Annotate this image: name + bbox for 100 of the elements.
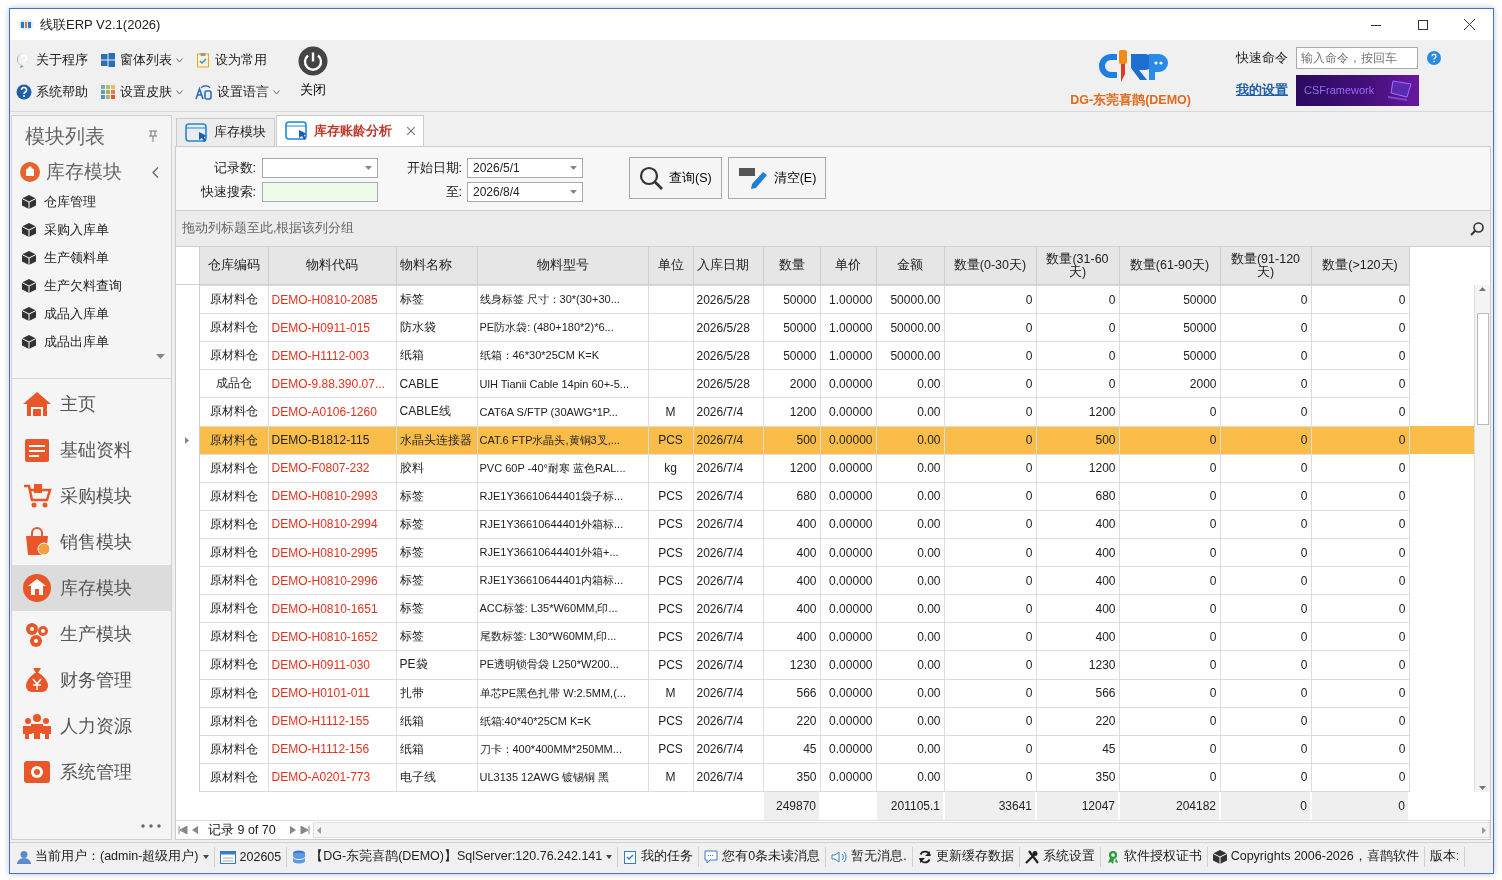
table-cell: 0.00 xyxy=(876,369,944,398)
sidebar-item[interactable]: 生产欠料查询 xyxy=(12,272,171,300)
table-cell: DEMO-H1112-155 xyxy=(268,707,396,736)
nav-item[interactable]: 销售模块 xyxy=(12,519,171,565)
column-header[interactable]: 数量(61-90天) xyxy=(1119,247,1220,285)
column-header[interactable]: 物料型号 xyxy=(477,247,648,285)
sidebar-item[interactable]: 成品入库单 xyxy=(12,300,171,328)
nav-item[interactable]: 生产模块 xyxy=(12,611,171,657)
date-field[interactable]: 2026/8/4 xyxy=(467,182,583,202)
column-header[interactable]: 单位 xyxy=(648,247,693,285)
nav-item[interactable]: 采购模块 xyxy=(12,473,171,519)
table-row[interactable]: 成品仓 DEMO-9.88.390.07... CABLE UlH Tianii Cable 14pin 60+-5... 2026/5/28 2000 0.00000 0.00 0 0 2000 0 0 xyxy=(176,369,1474,398)
nav-item[interactable]: 库存模块 xyxy=(12,565,171,611)
table-row[interactable]: 原材料仓 DEMO-H1112-155 纸箱 纸箱:40*40*25CM K=K PCS 2026/7/4 220 0.00000 0.00 0 220 0 0 0 xyxy=(176,707,1474,736)
table-cell: 0 xyxy=(1220,482,1311,511)
table-row[interactable]: 原材料仓 DEMO-H0810-2085 标签 线身标签 尺寸：30*(30+30... 2026/5/28 50000 1.00000 50000.00 0 0 50000 0 0 xyxy=(176,285,1474,314)
table-row[interactable]: 原材料仓 DEMO-A0106-1260 CABLE线 CAT6A S/FTP (30AWG*1P... M 2026/7/4 1200 0.00000 0.00 0 1200 0 0 0 xyxy=(176,397,1474,427)
close-tab-icon[interactable] xyxy=(407,127,415,135)
nav-item[interactable]: 系统管理 xyxy=(12,749,171,795)
horizontal-scrollbar[interactable] xyxy=(312,822,1490,838)
status-item[interactable]: 版本: xyxy=(1424,846,1466,867)
column-header[interactable]: 数量 xyxy=(763,247,820,285)
status-item[interactable]: 系统设置 xyxy=(1019,846,1101,867)
table-row[interactable]: 原材料仓 DEMO-H0810-2995 标签 RJE1Y36610644401外箱+... PCS 2026/7/4 400 0.00000 0.00 0 400 0 0 0 xyxy=(176,538,1474,567)
tab[interactable]: 库存模块 xyxy=(176,118,275,146)
nav-item[interactable]: 财务管理 xyxy=(12,657,171,703)
status-item[interactable]: 暂无消息. xyxy=(826,846,913,867)
sidebar-item[interactable]: 采购入库单 xyxy=(12,216,171,244)
sidebar-item[interactable]: 仓库管理 xyxy=(12,188,171,216)
total-cell: 201105.1 xyxy=(876,792,944,820)
toolbar-button[interactable]: 设置皮肤 xyxy=(98,78,185,106)
search-button[interactable]: 查询(S) xyxy=(629,157,722,199)
power-button[interactable]: 关闭 xyxy=(296,46,330,100)
table-cell: 1200 xyxy=(1036,397,1119,427)
table-cell: 0 xyxy=(944,735,1036,764)
module-header[interactable]: 库存模块 xyxy=(12,156,171,188)
quick-command-field[interactable]: 输入命令，按回车 xyxy=(1296,47,1418,69)
date-field[interactable]: 2026/5/1 xyxy=(467,158,583,178)
column-header[interactable]: 单价 xyxy=(820,247,876,285)
table-cell: PCS xyxy=(648,594,693,623)
toolbar-button[interactable]: 系统帮助 xyxy=(14,78,90,106)
eraser-pen-icon xyxy=(737,166,768,190)
scrollbar-thumb[interactable] xyxy=(1476,312,1489,425)
table-cell: 原材料仓 xyxy=(199,707,268,736)
pin-icon xyxy=(149,130,157,142)
toolbar-button[interactable]: 关于程序 xyxy=(14,46,90,74)
table-cell: 400 xyxy=(763,538,820,567)
table-row[interactable]: 原材料仓 DEMO-H1112-003 纸箱 纸箱：46*30*25CM K=K 2026/5/28 50000 1.00000 50000.00 0 0 50000 0 0 xyxy=(176,341,1474,370)
table-row[interactable]: 原材料仓 DEMO-F0807-232 胶料 PVC 60P -40°耐寒 蓝色RAL... kg 2026/7/4 1200 0.00000 0.00 0 1200 0 0 0 xyxy=(176,454,1474,483)
column-header[interactable]: 物料代码 xyxy=(268,247,396,285)
toolbar-button[interactable]: 设为常用 xyxy=(193,46,282,74)
table-row[interactable]: 原材料仓 DEMO-H0911-015 防水袋 PE防水袋: (480+180*2)*6... 2026/5/28 50000 1.00000 50000.00 0 0 50000 0 0 xyxy=(176,313,1474,342)
record-count-dropdown[interactable] xyxy=(262,158,378,178)
table-row[interactable]: 原材料仓 DEMO-H1112-156 纸箱 刀卡：400*400MM*250MM... PCS 2026/7/4 45 0.00000 0.00 0 45 0 0 0 xyxy=(176,735,1474,764)
status-item[interactable]: 当前用户：(admin-超级用户) xyxy=(12,846,215,867)
nav-item[interactable]: 人力资源 xyxy=(12,703,171,749)
nav-item[interactable]: 基础资料 xyxy=(12,427,171,473)
status-item[interactable]: 我的任务 xyxy=(618,846,700,867)
status-item[interactable]: 更新缓存数据 xyxy=(912,846,1020,867)
table-row[interactable]: 原材料仓 DEMO-H0911-030 PE袋 PE透明锁骨袋 L250*W200... PCS 2026/7/4 1230 0.00000 0.00 0 1230 0 0 0 xyxy=(176,650,1474,680)
table-cell: RJE1Y36610644401内箱标... xyxy=(477,566,648,595)
column-header[interactable]: 物料名称 xyxy=(396,247,477,285)
tab[interactable]: 库存账龄分析 xyxy=(276,115,424,146)
table-cell: 标签 xyxy=(396,594,477,623)
table-cell: 0.00 xyxy=(876,679,944,708)
status-item[interactable]: 202605 xyxy=(214,846,288,867)
column-header[interactable]: 入库日期 xyxy=(693,247,763,285)
column-header[interactable]: 金额 xyxy=(876,247,944,285)
table-cell: 0 xyxy=(1119,397,1220,427)
quick-search-field[interactable] xyxy=(262,182,378,202)
nav-icon xyxy=(22,711,52,741)
column-header[interactable]: 仓库编码 xyxy=(199,247,268,285)
sidebar-item[interactable]: 生产领料单 xyxy=(12,244,171,272)
toolbar-button[interactable]: 窗体列表 xyxy=(98,46,185,74)
table-row[interactable]: 原材料仓 DEMO-H0810-1652 标签 尾数标签: L30*W60MM,印... PCS 2026/7/4 400 0.00000 0.00 0 400 0 0 0 xyxy=(176,622,1474,651)
column-header[interactable]: 数量(>120天) xyxy=(1311,247,1409,285)
table-row[interactable]: 原材料仓 DEMO-A0201-773 电子线 UL3135 12AWG 镀锡铜 黑 M 2026/7/4 350 0.00000 0.00 0 350 0 0 0 xyxy=(176,763,1474,792)
column-header[interactable]: 数量(31-60天) xyxy=(1036,247,1119,285)
status-item[interactable]: 【DG-东莞喜鹊(DEMO)】SqlServer:120.76.242.141 xyxy=(287,846,619,867)
field-label: 记录数: xyxy=(212,159,256,177)
sidebar-item[interactable]: 成品出库单 xyxy=(12,328,171,356)
status-item[interactable]: 软件授权证书 xyxy=(1100,846,1208,867)
banner[interactable]: CSFramework xyxy=(1296,74,1419,106)
status-item[interactable]: Copyrights 2006-2026，喜鹊软件 xyxy=(1207,846,1425,867)
table-row[interactable]: 原材料仓 DEMO-H0101-011 扎带 单芯PE黑色扎带 W:2.5MM,(... M 2026/7/4 566 0.00000 0.00 0 566 0 0 0 xyxy=(176,679,1474,708)
toolbar-button[interactable]: 设置语言 xyxy=(193,78,282,106)
table-row[interactable]: 原材料仓 DEMO-H0810-2994 标签 RJE1Y36610644401外箱标... PCS 2026/7/4 400 0.00000 0.00 0 400 0 0 0 xyxy=(176,510,1474,539)
column-header[interactable]: 数量(91-120天) xyxy=(1220,247,1311,285)
table-row[interactable]: 原材料仓 DEMO-H0810-2996 标签 RJE1Y36610644401内箱标... PCS 2026/7/4 400 0.00000 0.00 0 400 0 0 0 xyxy=(176,566,1474,595)
clear-button[interactable]: 清空(E) xyxy=(727,157,827,199)
status-item[interactable]: 您有0条未读消息 xyxy=(699,846,827,867)
table-cell: DEMO-H0101-011 xyxy=(268,679,396,708)
column-header[interactable]: 数量(0-30天) xyxy=(944,247,1036,285)
table-row[interactable]: 原材料仓 DEMO-H0810-1651 标签 ACC标签: L35*W60MM,印... PCS 2026/7/4 400 0.00000 0.00 0 400 0 0 0 xyxy=(176,594,1474,623)
table-cell: 0 xyxy=(1220,285,1311,314)
table-cell: DEMO-H0911-030 xyxy=(268,650,396,680)
table-row[interactable]: 原材料仓 DEMO-B1812-115 水晶头连接器 CAT.6 FTP水晶头,黄铜3叉,... PCS 2026/7/4 500 0.00000 0.00 0 500 0 0 0 xyxy=(176,426,1474,455)
my-settings-link[interactable]: 我的设置 xyxy=(1236,81,1288,99)
table-row[interactable]: 原材料仓 DEMO-H0810-2993 标签 RJE1Y36610644401袋子标... PCS 2026/7/4 680 0.00000 0.00 0 680 0 0 0 xyxy=(176,482,1474,511)
nav-item[interactable]: 主页 xyxy=(12,381,171,427)
